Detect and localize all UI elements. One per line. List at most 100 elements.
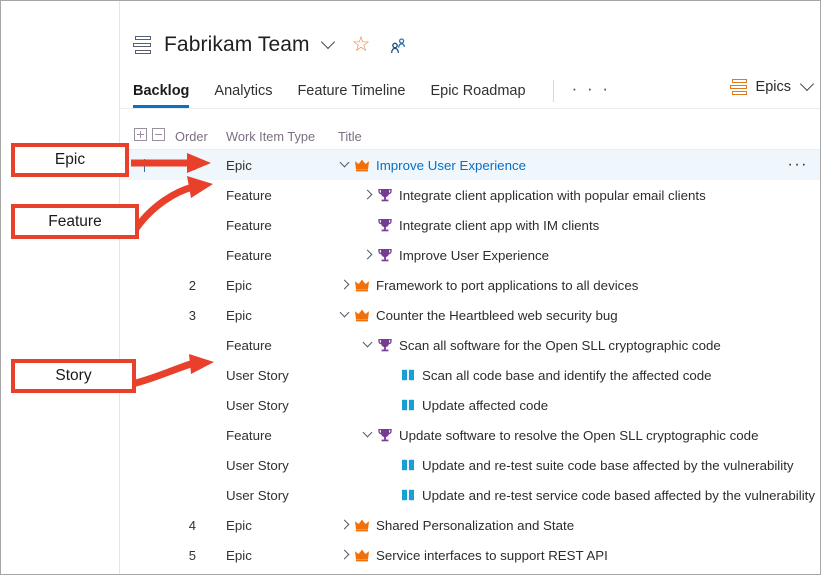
work-item-title-link[interactable]: Integrate client application with popula… — [399, 188, 706, 203]
cell-work-item-type: User Story — [226, 488, 289, 503]
column-header-order[interactable]: Order — [175, 129, 208, 144]
chevron-right-icon[interactable] — [338, 278, 352, 292]
epic-crown-icon — [354, 307, 370, 323]
epic-crown-icon — [354, 277, 370, 293]
collapse-all-icon[interactable] — [152, 128, 165, 141]
work-item-title-link[interactable]: Update and re-test service code based af… — [422, 488, 815, 503]
chevron-down-icon[interactable] — [338, 158, 352, 172]
tab-backlog[interactable]: Backlog — [133, 83, 189, 108]
work-item-title-link[interactable]: Counter the Heartbleed web security bug — [376, 308, 618, 323]
table-row[interactable]: User Story Update and re-test suite code … — [120, 450, 820, 480]
cell-work-item-type: Feature — [226, 248, 272, 263]
work-item-title-link[interactable]: Improve User Experience — [399, 248, 549, 263]
tab-analytics[interactable]: Analytics — [214, 83, 272, 108]
cell-title: Counter the Heartbleed web security bug — [338, 307, 618, 323]
annotation-arrow-feature — [129, 171, 239, 241]
people-icon[interactable] — [388, 36, 408, 56]
more-tabs-button[interactable]: · · · — [572, 79, 611, 108]
chevron-right-icon[interactable] — [338, 548, 352, 562]
table-row[interactable]: Feature Update software to resolve the Op… — [120, 420, 820, 450]
work-item-title-link[interactable]: Update affected code — [422, 398, 548, 413]
chevron-placeholder — [361, 218, 375, 232]
table-row[interactable]: User Story Update affected code — [120, 390, 820, 420]
table-row[interactable]: 3EpicCounter the Heartbleed web security… — [120, 300, 820, 330]
cell-work-item-type: User Story — [226, 398, 289, 413]
user-story-book-icon — [400, 367, 416, 383]
work-item-title-link[interactable]: Improve User Experience — [376, 158, 526, 173]
table-row[interactable]: Feature Improve User Experience — [120, 240, 820, 270]
tab-separator — [553, 80, 554, 102]
cell-title: Shared Personalization and State — [338, 517, 574, 533]
tab-feature-timeline[interactable]: Feature Timeline — [297, 83, 405, 108]
cell-work-item-type: Epic — [226, 548, 252, 563]
azure-devops-backlog-screenshot: Fabrikam Team ☆ Backlog Analytics Featur… — [0, 0, 821, 575]
cell-title: Update affected code — [384, 397, 548, 413]
chevron-placeholder — [384, 488, 398, 502]
cell-order: 2 — [160, 278, 196, 293]
work-item-title-link[interactable]: Shared Personalization and State — [376, 518, 574, 533]
cell-title: Scan all code base and identify the affe… — [384, 367, 712, 383]
epic-crown-icon — [354, 157, 370, 173]
cell-work-item-type: Epic — [226, 308, 252, 323]
expand-all-icon[interactable] — [134, 128, 147, 141]
cell-title: Service interfaces to support REST API — [338, 547, 608, 563]
work-item-title-link[interactable]: Framework to port applications to all de… — [376, 278, 638, 293]
cell-order: 5 — [160, 548, 196, 563]
epic-crown-icon — [354, 547, 370, 563]
annotation-label-epic: Epic — [11, 143, 129, 177]
feature-trophy-icon — [377, 187, 393, 203]
cell-order: 4 — [160, 518, 196, 533]
work-item-title-link[interactable]: Scan all code base and identify the affe… — [422, 368, 712, 383]
work-item-title-link[interactable]: Update software to resolve the Open SLL … — [399, 428, 758, 443]
work-item-title-link[interactable]: Scan all software for the Open SLL crypt… — [399, 338, 721, 353]
table-row[interactable]: User Story Update and re-test service cod… — [120, 480, 820, 510]
chevron-down-icon[interactable] — [321, 35, 335, 49]
table-row[interactable]: 2 Epic Framework to port applications to a… — [120, 270, 820, 300]
column-header-work-item-type[interactable]: Work Item Type — [226, 129, 315, 144]
annotation-arrow-story — [134, 353, 234, 393]
cell-title: Scan all software for the Open SLL crypt… — [361, 337, 721, 353]
backlog-level-picker[interactable]: Epics — [730, 79, 812, 95]
chevron-down-icon[interactable] — [361, 428, 375, 442]
chevron-down-icon[interactable] — [800, 77, 814, 91]
feature-trophy-icon — [377, 217, 393, 233]
expand-collapse-controls[interactable] — [134, 128, 165, 141]
feature-trophy-icon — [377, 337, 393, 353]
column-headers: Order Work Item Type Title — [120, 124, 820, 149]
annotation-label-story: Story — [11, 359, 136, 393]
cell-work-item-type: Feature — [226, 428, 272, 443]
cell-title: Improve User Experience — [338, 157, 526, 173]
work-item-title-link[interactable]: Service interfaces to support REST API — [376, 548, 608, 563]
cell-title: Integrate client application with popula… — [361, 187, 706, 203]
feature-trophy-icon — [377, 427, 393, 443]
cell-title: Framework to port applications to all de… — [338, 277, 638, 293]
tab-epic-roadmap[interactable]: Epic Roadmap — [430, 83, 525, 108]
backlog-levels-icon — [730, 79, 748, 95]
cell-work-item-type: Feature — [226, 338, 272, 353]
table-row[interactable]: 4EpicShared Personalization and State — [120, 510, 820, 540]
chevron-right-icon[interactable] — [338, 518, 352, 532]
chevron-right-icon[interactable] — [361, 248, 375, 262]
chevron-placeholder — [384, 398, 398, 412]
chevron-down-icon[interactable] — [361, 338, 375, 352]
user-story-book-icon — [400, 487, 416, 503]
cell-work-item-type: User Story — [226, 458, 289, 473]
column-header-title[interactable]: Title — [338, 129, 362, 144]
cell-title: Integrate client app with IM clients — [361, 217, 599, 233]
table-row[interactable]: 5 Epic Service interfaces to support REST … — [120, 540, 820, 570]
row-context-menu-button[interactable]: ··· — [788, 156, 808, 174]
work-item-title-link[interactable]: Update and re-test suite code base affec… — [422, 458, 794, 473]
backlog-levels-icon — [133, 36, 153, 54]
chevron-right-icon[interactable] — [361, 188, 375, 202]
cell-title: Update software to resolve the Open SLL … — [361, 427, 758, 443]
work-item-title-link[interactable]: Integrate client app with IM clients — [399, 218, 599, 233]
backlog-panel: Fabrikam Team ☆ Backlog Analytics Featur… — [120, 1, 820, 574]
tab-bar-underline — [120, 108, 820, 109]
cell-work-item-type: Epic — [226, 278, 252, 293]
annotation-label-feature: Feature — [11, 204, 139, 239]
user-story-book-icon — [400, 457, 416, 473]
star-icon[interactable]: ☆ — [352, 34, 371, 55]
chevron-down-icon[interactable] — [338, 308, 352, 322]
backlog-level-label: Epics — [756, 79, 791, 95]
epic-crown-icon — [354, 517, 370, 533]
